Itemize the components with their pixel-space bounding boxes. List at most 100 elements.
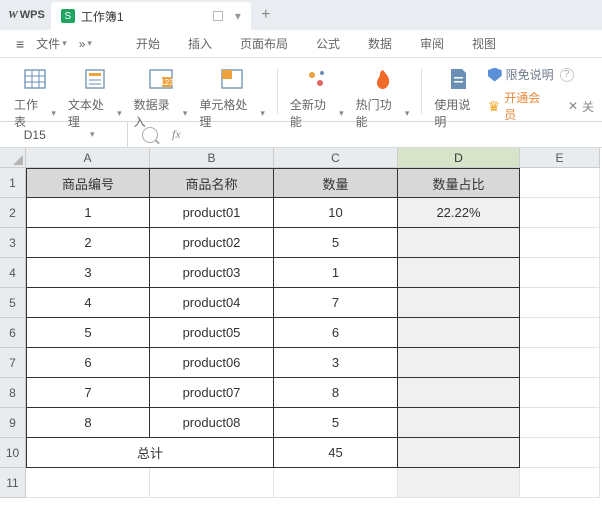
cell[interactable]: 5 [26, 318, 150, 348]
tab-chevron-icon[interactable]: ▾ [235, 9, 241, 23]
cell[interactable]: product05 [150, 318, 274, 348]
cell[interactable]: 8 [26, 408, 150, 438]
row-header[interactable]: 7 [0, 348, 26, 378]
row-header[interactable]: 11 [0, 468, 26, 498]
cell[interactable]: 5 [274, 408, 398, 438]
cell[interactable]: 4 [26, 288, 150, 318]
cell[interactable]: 6 [26, 348, 150, 378]
cell[interactable] [398, 438, 520, 468]
column-header[interactable]: E [520, 148, 600, 168]
row-header[interactable]: 2 [0, 198, 26, 228]
column-header[interactable]: B [150, 148, 274, 168]
name-box[interactable]: D15▾ [0, 122, 128, 147]
cell[interactable]: 45 [274, 438, 398, 468]
cell[interactable] [398, 348, 520, 378]
hamburger-menu[interactable]: ≡ [10, 36, 30, 52]
cell[interactable]: product04 [150, 288, 274, 318]
tool-worksheet[interactable]: 工作表▾ [8, 64, 62, 130]
menu-formula[interactable]: 公式 [302, 35, 354, 52]
sparkle-icon [304, 67, 330, 91]
row-header[interactable]: 6 [0, 318, 26, 348]
cell[interactable]: 2 [26, 228, 150, 258]
cell[interactable] [150, 468, 274, 498]
cell[interactable] [520, 228, 600, 258]
tool-text[interactable]: 文本处理▾ [62, 64, 128, 130]
cell[interactable] [274, 468, 398, 498]
cell[interactable] [26, 468, 150, 498]
select-all-corner[interactable] [0, 148, 26, 168]
cell[interactable]: product06 [150, 348, 274, 378]
row-header[interactable]: 5 [0, 288, 26, 318]
cell[interactable] [398, 408, 520, 438]
cell[interactable] [398, 288, 520, 318]
cell[interactable] [520, 258, 600, 288]
cell[interactable] [398, 228, 520, 258]
document-tab[interactable]: S 工作簿1 ▾ [51, 2, 251, 30]
cell[interactable] [520, 198, 600, 228]
menu-start[interactable]: 开始 [122, 35, 174, 52]
row-header[interactable]: 10 [0, 438, 26, 468]
fx-icon[interactable]: fx [172, 127, 181, 142]
tool-data-entry[interactable]: 123 数据录入▾ [128, 64, 194, 130]
cell[interactable] [398, 468, 520, 498]
row-header[interactable]: 8 [0, 378, 26, 408]
cell[interactable] [520, 348, 600, 378]
menu-review[interactable]: 审阅 [406, 35, 458, 52]
cell[interactable] [520, 168, 600, 198]
menu-view[interactable]: 视图 [458, 35, 510, 52]
cell[interactable]: 总计 [26, 438, 274, 468]
cell[interactable]: product02 [150, 228, 274, 258]
menu-layout[interactable]: 页面布局 [226, 35, 302, 52]
cell[interactable]: 7 [26, 378, 150, 408]
row-header[interactable]: 9 [0, 408, 26, 438]
menu-insert[interactable]: 插入 [174, 35, 226, 52]
cell[interactable] [520, 468, 600, 498]
cell[interactable]: product01 [150, 198, 274, 228]
tool-help[interactable]: 使用说明 [428, 64, 487, 130]
cell[interactable]: 数量占比 [398, 168, 520, 198]
tool-hot[interactable]: 热门功能▾ [350, 64, 416, 130]
cell[interactable]: 商品名称 [150, 168, 274, 198]
row-header[interactable]: 3 [0, 228, 26, 258]
cell[interactable]: 1 [26, 198, 150, 228]
cell[interactable]: 22.22% [398, 198, 520, 228]
cell[interactable]: 5 [274, 228, 398, 258]
cell[interactable] [520, 318, 600, 348]
cell[interactable]: 8 [274, 378, 398, 408]
help-icon[interactable]: ? [560, 68, 574, 82]
cell[interactable] [398, 378, 520, 408]
cell[interactable]: product03 [150, 258, 274, 288]
row-header[interactable]: 4 [0, 258, 26, 288]
search-icon[interactable] [142, 127, 158, 143]
cell[interactable]: product07 [150, 378, 274, 408]
cell[interactable]: product08 [150, 408, 274, 438]
file-menu[interactable]: 文件▾ [30, 35, 73, 52]
tool-cell[interactable]: 单元格处理▾ [193, 64, 271, 130]
cell[interactable] [398, 318, 520, 348]
cell[interactable]: 1 [274, 258, 398, 288]
cell[interactable] [520, 438, 600, 468]
cell[interactable] [520, 408, 600, 438]
cell[interactable]: 6 [274, 318, 398, 348]
tool-new-features[interactable]: 全新功能▾ [284, 64, 350, 130]
column-header[interactable]: A [26, 148, 150, 168]
cell[interactable]: 3 [26, 258, 150, 288]
column-header[interactable]: C [274, 148, 398, 168]
cell[interactable]: 3 [274, 348, 398, 378]
cell[interactable] [520, 288, 600, 318]
vip-link[interactable]: ♛开通会员 ✕关 [488, 89, 594, 123]
tab-window-icon[interactable] [213, 11, 223, 21]
formula-input[interactable] [195, 122, 602, 147]
cell[interactable]: 数量 [274, 168, 398, 198]
cell[interactable]: 商品编号 [26, 168, 150, 198]
cell[interactable] [398, 258, 520, 288]
cell[interactable]: 10 [274, 198, 398, 228]
column-header[interactable]: D [398, 148, 520, 168]
cell[interactable]: 7 [274, 288, 398, 318]
cell[interactable] [520, 378, 600, 408]
more-menu[interactable]: »▾ [73, 37, 98, 51]
menu-data[interactable]: 数据 [354, 35, 406, 52]
new-tab-button[interactable]: + [251, 6, 281, 24]
limit-link[interactable]: 限免说明? [488, 66, 594, 83]
row-header[interactable]: 1 [0, 168, 26, 198]
